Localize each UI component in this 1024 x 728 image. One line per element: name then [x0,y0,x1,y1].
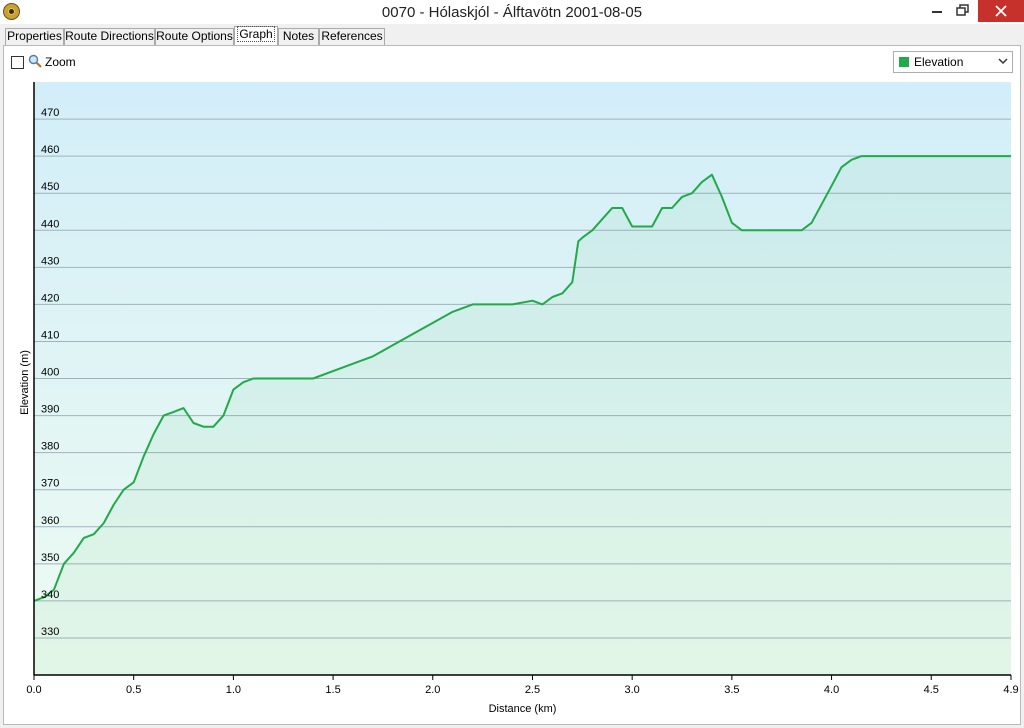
y-tick-label: 430 [41,255,59,267]
x-tick-label: 2.0 [425,684,440,696]
x-tick-label: 1.0 [226,684,241,696]
y-tick-label: 420 [41,292,59,304]
y-axis-label: Elevation (m) [19,350,31,415]
elevation-chart[interactable]: 330 340 350 360 370 380 390 400 410 420 430 440 450 4… [0,0,1024,728]
y-tick-label: 340 [41,589,59,601]
x-tick-label: 3.5 [724,684,739,696]
y-tick-label: 470 [41,107,59,119]
x-tick-label: 1.5 [325,684,340,696]
x-tick-label: 0.5 [126,684,141,696]
y-tick-label: 450 [41,181,59,193]
y-tick-label: 400 [41,367,59,379]
x-tick-label: 4.0 [824,684,839,696]
y-tick-label: 440 [41,218,59,230]
y-tick-label: 330 [41,626,59,638]
y-tick-label: 460 [41,144,59,156]
x-tick-label: 4.5 [924,684,939,696]
route-window: 0070 - Hólaskjól - Álftavötn 2001-08-05 … [0,0,1024,728]
y-tick-label: 360 [41,515,59,527]
x-axis-label: Distance (km) [489,703,557,715]
y-tick-label: 350 [41,552,59,564]
y-tick-label: 390 [41,404,59,416]
y-tick-label: 370 [41,478,59,490]
x-tick-label: 2.5 [525,684,540,696]
y-tick-label: 410 [41,329,59,341]
y-tick-label: 380 [41,441,59,453]
x-tick-label: 0.0 [26,684,41,696]
x-tick-label: 3.0 [625,684,640,696]
x-tick-label: 4.9 [1003,684,1018,696]
